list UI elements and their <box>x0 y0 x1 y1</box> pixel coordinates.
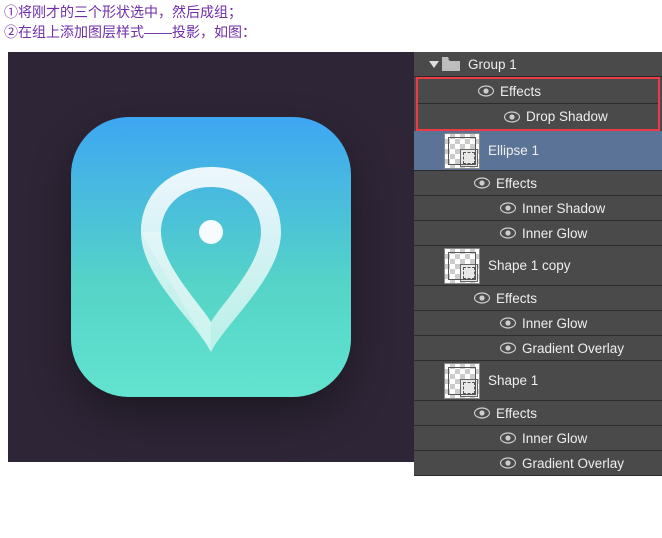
vector-mask-icon <box>460 264 478 282</box>
vector-mask-icon <box>460 379 478 397</box>
eye-icon[interactable] <box>500 457 516 469</box>
shape1-inner-glow-row[interactable]: Inner Glow <box>414 426 662 451</box>
layer-shape-1[interactable]: Shape 1 <box>414 361 662 401</box>
shape1copy-gradient-overlay-row[interactable]: Gradient Overlay <box>414 336 662 361</box>
shape1-gradient-overlay-row[interactable]: Gradient Overlay <box>414 451 662 476</box>
vector-mask-icon <box>460 149 478 167</box>
shape1copy-inner-glow-row[interactable]: Inner Glow <box>414 311 662 336</box>
eye-icon[interactable] <box>474 292 490 304</box>
ellipse1-inner-shadow-row[interactable]: Inner Shadow <box>414 196 662 221</box>
ellipse1-effects-row[interactable]: Effects <box>414 171 662 196</box>
highlighted-effects-box: Effects Drop Shadow <box>416 77 660 131</box>
layers-panel[interactable]: Group 1 Effects Drop Shadow Ellipse 1 Ef… <box>414 52 662 476</box>
eye-icon[interactable] <box>500 317 516 329</box>
instruction-line-1: ①将刚才的三个形状选中，然后成组； <box>4 2 658 22</box>
layer-thumbnail <box>444 363 480 399</box>
eye-icon[interactable] <box>474 177 490 189</box>
layer-shape-1-copy[interactable]: Shape 1 copy <box>414 246 662 286</box>
layer-label: Group 1 <box>468 57 517 72</box>
group-drop-shadow-row[interactable]: Drop Shadow <box>418 104 658 129</box>
shape1copy-effects-row[interactable]: Effects <box>414 286 662 311</box>
shape1-label: Shape 1 <box>488 373 538 388</box>
preview-canvas <box>8 52 414 462</box>
inner-glow-label: Inner Glow <box>522 316 587 331</box>
layer-ellipse-1[interactable]: Ellipse 1 <box>414 131 662 171</box>
layer-thumbnail <box>444 248 480 284</box>
gradient-overlay-label: Gradient Overlay <box>522 341 624 356</box>
eye-icon[interactable] <box>504 111 520 123</box>
effects-label: Effects <box>496 406 537 421</box>
folder-icon <box>442 57 460 71</box>
layer-group-1[interactable]: Group 1 <box>414 52 662 77</box>
eye-icon[interactable] <box>478 85 494 97</box>
shape1copy-label: Shape 1 copy <box>488 258 571 273</box>
eye-icon[interactable] <box>500 227 516 239</box>
ellipse1-label: Ellipse 1 <box>488 143 539 158</box>
ellipse1-inner-glow-row[interactable]: Inner Glow <box>414 221 662 246</box>
effects-label: Effects <box>496 176 537 191</box>
effects-label: Effects <box>496 291 537 306</box>
drop-shadow-label: Drop Shadow <box>526 109 608 124</box>
disclosure-triangle-down-icon[interactable] <box>428 58 440 70</box>
shape1-effects-row[interactable]: Effects <box>414 401 662 426</box>
eye-icon[interactable] <box>500 202 516 214</box>
inner-glow-label: Inner Glow <box>522 431 587 446</box>
eye-icon[interactable] <box>500 342 516 354</box>
inner-glow-label: Inner Glow <box>522 226 587 241</box>
layer-thumbnail <box>444 133 480 169</box>
instruction-line-2: ②在组上添加图层样式——投影，如图： <box>4 22 658 42</box>
instructions-block: ①将刚才的三个形状选中，然后成组； ②在组上添加图层样式——投影，如图： <box>0 0 662 44</box>
effects-label: Effects <box>500 84 541 99</box>
gradient-overlay-label: Gradient Overlay <box>522 456 624 471</box>
pin-graphic <box>131 157 291 357</box>
app-icon <box>71 117 351 397</box>
group-effects-row[interactable]: Effects <box>418 79 658 104</box>
eye-icon[interactable] <box>500 432 516 444</box>
inner-shadow-label: Inner Shadow <box>522 201 605 216</box>
eye-icon[interactable] <box>474 407 490 419</box>
